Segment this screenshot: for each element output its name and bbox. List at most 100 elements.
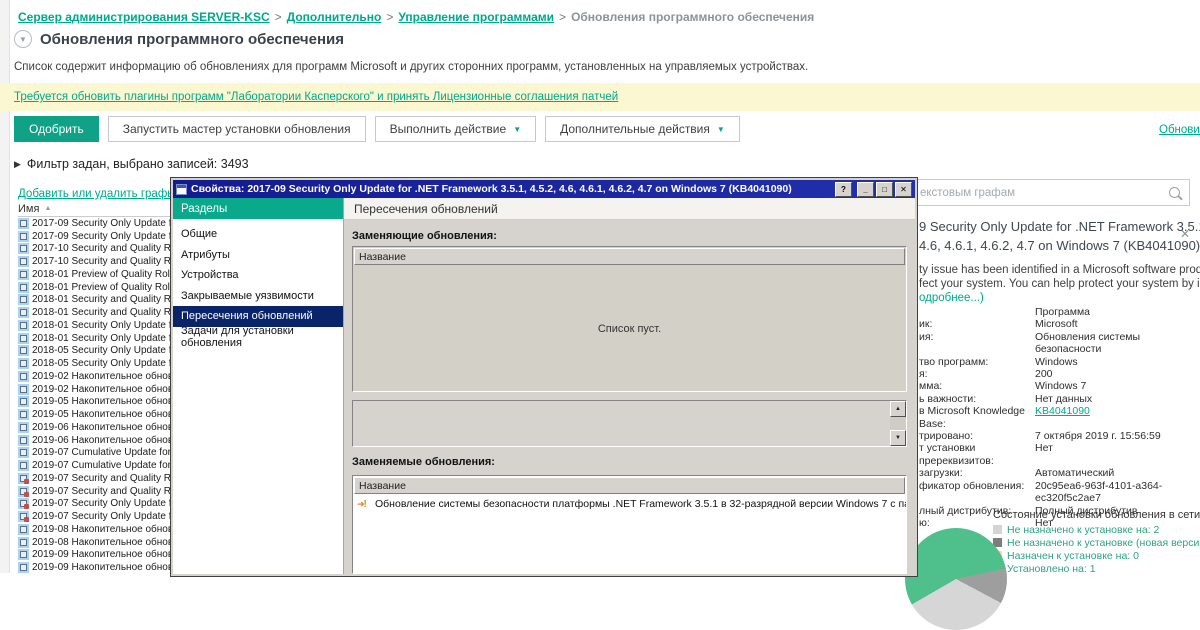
legend-label: Не назначено к установке на: 2 (1007, 523, 1160, 536)
scroll-down-icon[interactable]: ▼ (890, 430, 906, 446)
update-name: 2019-07 Security Only Update for .N (32, 498, 171, 510)
toolbar: Одобрить Запустить мастер установки обно… (14, 116, 740, 142)
update-name: 2018-01 Security and Quality Rollup f (32, 294, 171, 306)
dialog-titlebar[interactable]: Свойства: 2017-09 Security Only Update f… (173, 180, 915, 198)
table-row[interactable]: 2019-02 Накопительное обновлени (18, 383, 171, 396)
table-row[interactable]: 2019-09 Накопительное обновлени (18, 561, 171, 574)
update-icon (18, 421, 29, 433)
maximize-button[interactable]: □ (876, 181, 893, 197)
details-field-value: 200 (1035, 368, 1053, 381)
details-field-row: т установки пререквизитов: Нет (919, 442, 1191, 467)
additional-actions-button[interactable]: Дополнительные действия ▼ (545, 116, 740, 142)
table-row[interactable]: 2019-07 Security and Quality Rollup f (18, 485, 171, 498)
table-row[interactable]: 2019-07 Security Only Update for .N (18, 510, 171, 523)
details-fields: Программа ик: Microsoft ия: Обновления с… (919, 306, 1191, 529)
table-row[interactable]: 2018-05 Security Only Update for .N (18, 345, 171, 358)
collapse-section-icon[interactable]: ▼ (14, 30, 32, 48)
update-name: 2019-02 Накопительное обновлени (32, 370, 171, 382)
dialog-sidebar-item[interactable]: Пересечения обновлений (173, 306, 343, 327)
minimize-button[interactable]: _ (857, 181, 874, 197)
update-icon (18, 485, 29, 497)
table-row[interactable]: 2018-01 Security and Quality Rollup f (18, 294, 171, 307)
dialog-sidebar-item[interactable]: Закрываемые уязвимости (173, 286, 343, 307)
table-row[interactable]: 2019-08 Накопительное обновлени (18, 523, 171, 536)
breadcrumb: Сервер администрирования SERVER-KSC > Допо… (18, 10, 814, 24)
details-field-value: Программа (1035, 306, 1091, 318)
scroll-up-icon[interactable]: ▲ (890, 401, 906, 417)
close-button[interactable]: ✕ (895, 181, 912, 197)
table-row[interactable]: 2018-01 Preview of Quality Rollup fo (18, 281, 171, 294)
table-row[interactable]: 2019-06 Накопительное обновлени (18, 434, 171, 447)
table-row[interactable]: 2019-05 Накопительное обновлени (18, 396, 171, 409)
status-legend: Не назначено к установке на: 2 Не назнач… (993, 523, 1200, 575)
search-placeholder: екстовым графам (920, 187, 1016, 199)
table-row[interactable]: 2019-08 Накопительное обновлени (18, 536, 171, 549)
update-name: 2018-01 Security and Quality Rollup f (32, 307, 171, 319)
legend-label: Назначен к установке на: 0 (1007, 549, 1139, 562)
update-name: 2019-09 Накопительное обновлени (32, 562, 171, 574)
details-field-label (919, 306, 1035, 318)
expand-filter-icon[interactable]: ▶ (14, 159, 21, 170)
breadcrumb-link[interactable]: Дополнительно (287, 10, 382, 24)
update-name: 2017-10 Security and Quality Rollup f (32, 243, 171, 255)
details-field-row: я: 200 (919, 368, 1191, 380)
dialog-section-title: Пересечения обновлений (344, 198, 915, 220)
table-row[interactable]: 2019-09 Накопительное обновлени (18, 549, 171, 562)
table-row[interactable]: 2019-05 Накопительное обновлени (18, 408, 171, 421)
details-field-value: Microsoft (1035, 318, 1078, 331)
table-row[interactable]: 2017-09 Security Only Update for .N (18, 217, 171, 230)
update-icon (18, 370, 29, 382)
scrollbar[interactable]: ▲ ▼ (890, 401, 906, 446)
table-row[interactable]: 2017-09 Security Only Update for .N (18, 230, 171, 243)
notice-link[interactable]: Требуется обновить плагины программ "Лаб… (14, 91, 618, 103)
dialog-sidebar-item[interactable]: Атрибуты (173, 245, 343, 266)
approve-button[interactable]: Одобрить (14, 116, 99, 142)
update-icon (18, 511, 29, 523)
update-icon (18, 307, 29, 319)
update-icon (18, 268, 29, 280)
filter-summary[interactable]: ▶ Фильтр задан, выбрано записей: 3493 (14, 157, 249, 171)
details-description-line2: fect your system. You can help protect y… (919, 278, 1200, 290)
update-name: 2018-01 Security Only Update for .N (32, 319, 171, 331)
table-row[interactable]: 2019-07 Security Only Update for .N (18, 498, 171, 511)
table-row[interactable]: 2018-01 Security Only Update for .N (18, 319, 171, 332)
replacing-updates-label: Заменяющие обновления: (352, 230, 497, 242)
update-name: 2018-05 Security Only Update for .N (32, 345, 171, 357)
perform-action-button[interactable]: Выполнить действие ▼ (374, 116, 537, 142)
dialog-sidebar-item[interactable]: Устройства (173, 265, 343, 286)
table-row[interactable]: 2019-07 Cumulative Update for .NET (18, 459, 171, 472)
name-column-header[interactable]: Название (354, 248, 905, 265)
breadcrumb-link[interactable]: Сервер администрирования SERVER-KSC (18, 10, 270, 24)
table-row[interactable]: 2018-01 Security Only Update for .N (18, 332, 171, 345)
details-more-link[interactable]: одробнее...) (919, 292, 984, 304)
update-name: 2019-06 Накопительное обновлени (32, 434, 171, 446)
name-column-header[interactable]: Название (354, 477, 905, 494)
run-install-wizard-button[interactable]: Запустить мастер установки обновления (107, 116, 366, 142)
help-button[interactable]: ? (835, 181, 852, 197)
dialog-sidebar-item[interactable]: Общие (173, 224, 343, 245)
replaced-updates-label: Заменяемые обновления: (352, 456, 495, 468)
update-icon (18, 396, 29, 408)
update-icon (18, 256, 29, 268)
table-row[interactable]: 2019-07 Cumulative Update for .NET (18, 447, 171, 460)
add-remove-columns-link[interactable]: Добавить или удалить графы (18, 188, 176, 200)
refresh-link[interactable]: Обновить (1159, 124, 1200, 136)
table-row[interactable]: 2017-10 Security and Quality Rollup f (18, 243, 171, 256)
name-column-header[interactable]: Имя (18, 203, 39, 215)
table-row[interactable]: 2019-06 Накопительное обновлени (18, 421, 171, 434)
breadcrumb-link: Обновления программного обеспечения (571, 10, 815, 24)
table-row[interactable]: 2019-07 Security and Quality Rollup f (18, 472, 171, 485)
table-row[interactable]: 2018-01 Security and Quality Rollup f (18, 306, 171, 319)
table-row[interactable]: 2017-10 Security and Quality Rollup f (18, 255, 171, 268)
table-row[interactable]: 2018-05 Security Only Update for .N (18, 357, 171, 370)
search-icon[interactable] (1169, 187, 1180, 198)
list-item[interactable]: ➜! Обновление системы безопасности платф… (353, 495, 906, 513)
breadcrumb-link[interactable]: Управление программами (398, 10, 554, 24)
dialog-sidebar-item[interactable]: Задачи для установки обновления (173, 325, 343, 349)
breadcrumb-separator: > (274, 10, 282, 24)
updates-table-header[interactable]: Имя ▲ (18, 202, 171, 217)
kb-article-link[interactable]: KB4041090 (1035, 405, 1191, 430)
properties-dialog: Свойства: 2017-09 Security Only Update f… (170, 177, 918, 577)
table-row[interactable]: 2019-02 Накопительное обновлени (18, 370, 171, 383)
table-row[interactable]: 2018-01 Preview of Quality Rollup fo (18, 268, 171, 281)
